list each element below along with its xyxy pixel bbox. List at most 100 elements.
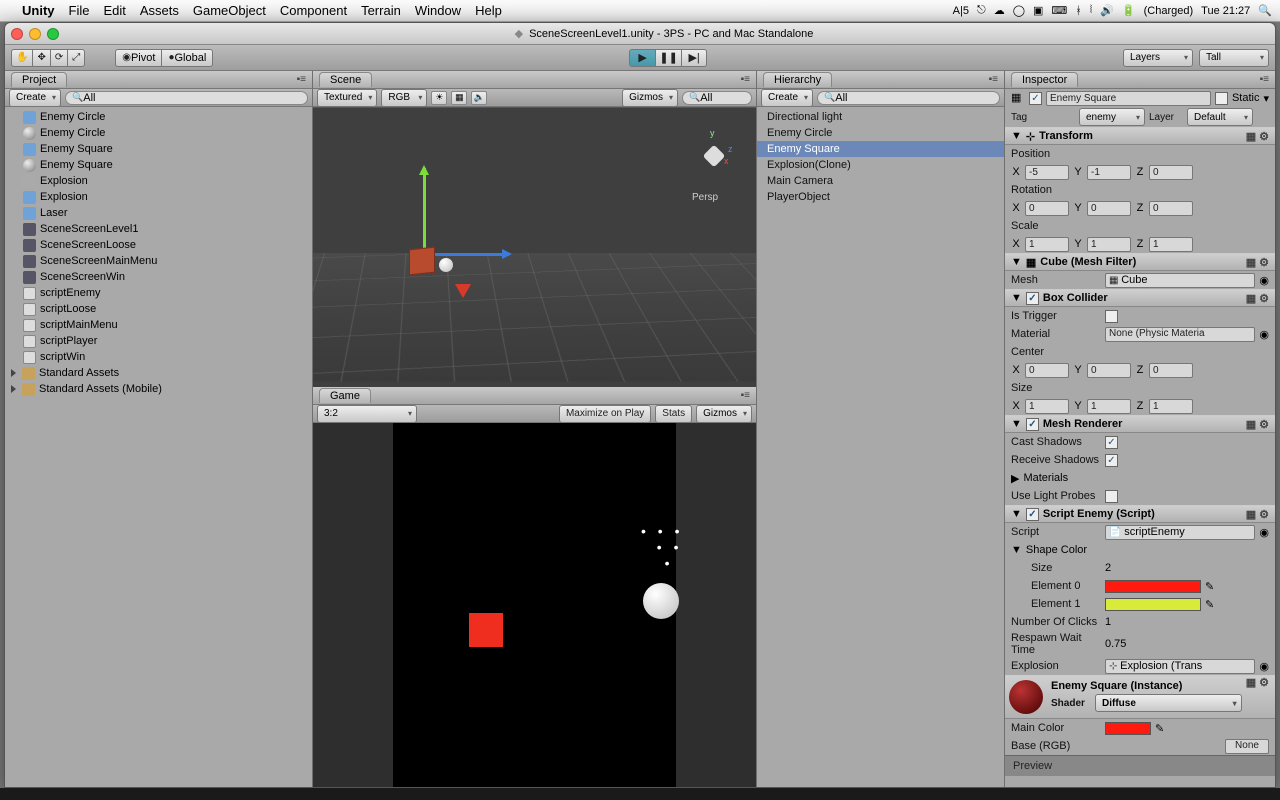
pivot-toggle[interactable]: ◉ Pivot <box>115 49 161 67</box>
project-item[interactable]: Explosion <box>5 189 312 205</box>
scene-enemy-circle[interactable] <box>439 258 453 272</box>
panel-menu-icon[interactable]: ▪≡ <box>1260 74 1269 85</box>
meshrenderer-header[interactable]: Mesh Renderer <box>1043 418 1122 430</box>
play-button[interactable]: ▶ <box>629 49 655 67</box>
scene-search[interactable]: 🔍 All <box>682 91 752 105</box>
stats-button[interactable]: Stats <box>655 405 692 423</box>
menu-terrain[interactable]: Terrain <box>361 3 401 18</box>
center-y[interactable] <box>1087 363 1131 378</box>
project-item[interactable]: Enemy Square <box>5 141 312 157</box>
transform-header[interactable]: Transform <box>1039 130 1093 142</box>
foldout-icon[interactable]: ▼ <box>1011 418 1022 430</box>
script-field[interactable]: 📄 scriptEnemy <box>1105 525 1255 540</box>
scene-light-icon[interactable]: ☀ <box>431 91 447 105</box>
project-item[interactable]: SceneScreenMainMenu <box>5 253 312 269</box>
hierarchy-item[interactable]: Directional light <box>757 109 1004 125</box>
preview-header[interactable]: Preview <box>1005 755 1275 776</box>
hierarchy-search[interactable]: 🔍 All <box>817 91 1000 105</box>
object-picker-icon[interactable]: ◉ <box>1259 328 1269 341</box>
gear-icon[interactable]: ▦ ⚙ <box>1246 676 1269 689</box>
layer-dropdown[interactable]: Default <box>1187 108 1253 126</box>
menu-edit[interactable]: Edit <box>103 3 125 18</box>
scale-x[interactable] <box>1025 237 1069 252</box>
game-tab[interactable]: Game <box>319 388 371 403</box>
scale-z[interactable] <box>1149 237 1193 252</box>
rot-z[interactable] <box>1149 201 1193 216</box>
pos-x[interactable] <box>1025 165 1069 180</box>
pos-z[interactable] <box>1149 165 1193 180</box>
hierarchy-item[interactable]: Main Camera <box>757 173 1004 189</box>
project-item[interactable]: Enemy Circle <box>5 125 312 141</box>
scene-enemy-square[interactable] <box>409 247 435 276</box>
scene-rendermode[interactable]: RGB <box>381 89 427 107</box>
explosion-field[interactable]: ⊹ Explosion (Trans <box>1105 659 1255 674</box>
game-aspect[interactable]: 3:2 <box>317 405 417 423</box>
menu-gameobject[interactable]: GameObject <box>193 3 266 18</box>
foldout-icon[interactable]: ▼ <box>1011 256 1022 268</box>
object-picker-icon[interactable]: ◉ <box>1259 660 1269 673</box>
project-item[interactable]: scriptWin <box>5 349 312 365</box>
panel-menu-icon[interactable]: ▪≡ <box>297 74 306 85</box>
script-enabled[interactable]: ✓ <box>1026 508 1039 521</box>
project-item[interactable]: scriptPlayer <box>5 333 312 349</box>
scene-orientation-gizmo[interactable]: yzx Persp <box>684 126 744 186</box>
game-view[interactable]: • • • • • • <box>313 423 756 787</box>
recvshadows-checkbox[interactable]: ✓ <box>1105 454 1118 467</box>
menu-window[interactable]: Window <box>415 3 461 18</box>
istrigger-checkbox[interactable] <box>1105 310 1118 323</box>
inspector-tab[interactable]: Inspector <box>1011 72 1078 87</box>
project-item[interactable]: SceneScreenLoose <box>5 237 312 253</box>
scale-tool[interactable]: ⤢ <box>67 49 85 67</box>
scene-skybox-icon[interactable]: ▦ <box>451 91 467 105</box>
minimize-icon[interactable] <box>29 28 41 40</box>
hierarchy-item[interactable]: Enemy Circle <box>757 125 1004 141</box>
scene-audio-icon[interactable]: 🔈 <box>471 91 487 105</box>
foldout-icon[interactable]: ▼ <box>1011 544 1022 556</box>
center-z[interactable] <box>1149 363 1193 378</box>
gear-icon[interactable]: ▦ ⚙ <box>1246 292 1269 305</box>
gear-icon[interactable]: ▦ ⚙ <box>1246 256 1269 269</box>
panel-menu-icon[interactable]: ▪≡ <box>989 74 998 85</box>
menu-file[interactable]: File <box>69 3 90 18</box>
hierarchy-tab[interactable]: Hierarchy <box>763 72 832 87</box>
castshadows-checkbox[interactable]: ✓ <box>1105 436 1118 449</box>
hierarchy-create[interactable]: Create <box>761 89 813 107</box>
hierarchy-item[interactable]: PlayerObject <box>757 189 1004 205</box>
foldout-icon[interactable]: ▼ <box>1011 292 1022 304</box>
foldout-icon[interactable]: ▼ <box>1011 508 1022 520</box>
gizmo-x-axis[interactable] <box>431 253 509 256</box>
renderer-enabled[interactable]: ✓ <box>1026 418 1039 431</box>
static-dropdown-icon[interactable]: ▾ <box>1263 92 1269 105</box>
pause-button[interactable]: ❚❚ <box>655 49 681 67</box>
material-header[interactable]: Enemy Square (Instance) <box>1051 680 1242 692</box>
tag-dropdown[interactable]: enemy <box>1079 108 1145 126</box>
scale-y[interactable] <box>1087 237 1131 252</box>
shader-dropdown[interactable]: Diffuse <box>1095 694 1242 712</box>
object-picker-icon[interactable]: ◉ <box>1259 274 1269 287</box>
project-tree[interactable]: Enemy CircleEnemy CircleEnemy SquareEnem… <box>5 107 312 787</box>
project-item[interactable]: Enemy Square <box>5 157 312 173</box>
project-search[interactable]: 🔍 All <box>65 91 308 105</box>
foldout-icon[interactable]: ▼ <box>1011 130 1022 142</box>
physmat-field[interactable]: None (Physic Materia <box>1105 327 1255 342</box>
close-icon[interactable] <box>11 28 23 40</box>
gear-icon[interactable]: ▦ ⚙ <box>1246 508 1269 521</box>
gizmo-y-axis[interactable] <box>423 168 426 258</box>
rot-y[interactable] <box>1087 201 1131 216</box>
mesh-field[interactable]: ▦ Cube <box>1105 273 1255 288</box>
layers-dropdown[interactable]: Layers <box>1123 49 1193 67</box>
panel-menu-icon[interactable]: ▪≡ <box>741 390 750 401</box>
scene-shading[interactable]: Textured <box>317 89 377 107</box>
layout-dropdown[interactable]: Tall <box>1199 49 1269 67</box>
project-item[interactable]: SceneScreenWin <box>5 269 312 285</box>
maximize-on-play[interactable]: Maximize on Play <box>559 405 651 423</box>
scene-view[interactable]: yzx Persp <box>313 107 756 387</box>
global-toggle[interactable]: ● Global <box>161 49 213 67</box>
size-y[interactable] <box>1087 399 1131 414</box>
menu-unity[interactable]: Unity <box>22 3 55 18</box>
meshfilter-header[interactable]: Cube (Mesh Filter) <box>1040 256 1136 268</box>
project-item[interactable]: Laser <box>5 205 312 221</box>
project-item[interactable]: scriptEnemy <box>5 285 312 301</box>
gameobject-active[interactable]: ✓ <box>1029 92 1042 105</box>
foldout-icon[interactable]: ▶ <box>1011 472 1019 485</box>
